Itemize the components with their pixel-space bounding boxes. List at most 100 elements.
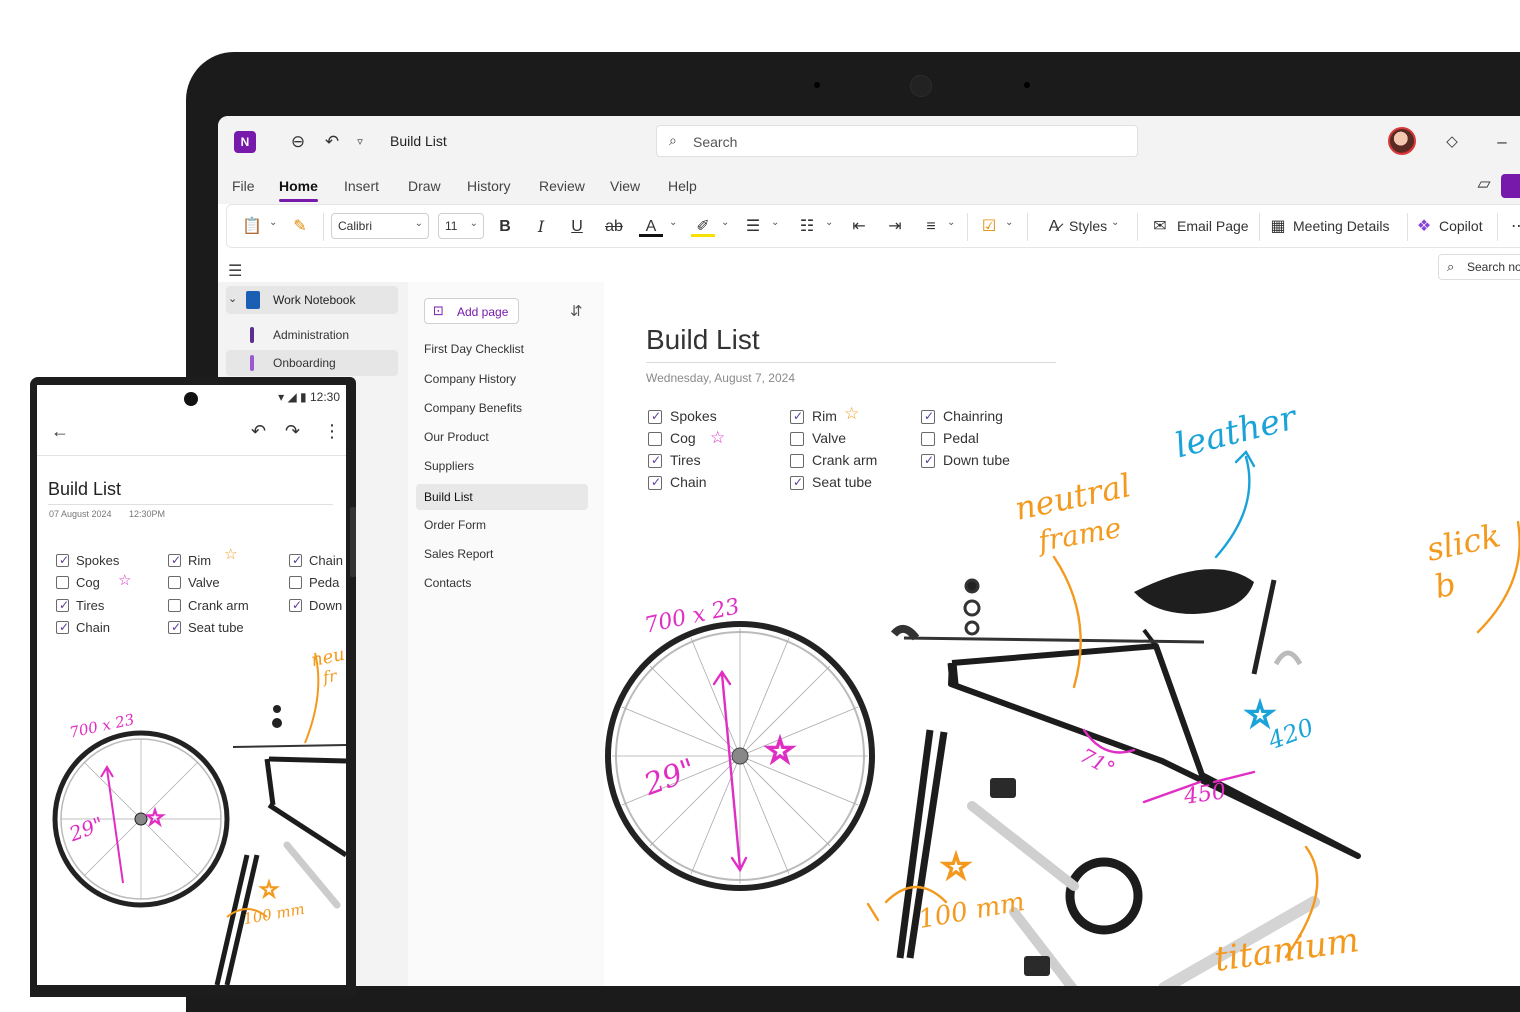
bold-icon[interactable]: B (493, 215, 517, 239)
share-button[interactable] (1501, 174, 1520, 198)
note-canvas[interactable]: Build List Wednesday, August 7, 2024 Spo… (604, 282, 1520, 986)
tab-history[interactable]: History (467, 178, 511, 194)
sort-icon[interactable]: ⇵ (570, 302, 583, 320)
tab-file[interactable]: File (232, 178, 255, 194)
minimize-icon[interactable]: – (1490, 130, 1514, 154)
hamburger-menu-icon[interactable]: ☰ (228, 261, 242, 281)
tab-review[interactable]: Review (539, 178, 585, 194)
align-icon[interactable]: ≡ (919, 215, 943, 239)
outdent-icon[interactable]: ⇤ (847, 215, 871, 239)
styles-icon[interactable]: A̷ (1043, 215, 1065, 239)
section-item-onboarding[interactable]: Onboarding (226, 350, 398, 376)
chainring (1065, 857, 1143, 935)
chevron-down-icon: ⌄ (228, 293, 238, 305)
bullet-list-dropdown-icon[interactable]: ⌄ (771, 217, 779, 228)
meeting-details-icon[interactable]: ▦ (1267, 215, 1289, 239)
tag-dropdown-icon[interactable]: ⌄ (1005, 217, 1013, 228)
more-options-icon[interactable]: ⋯ (1509, 215, 1520, 239)
ribbon-divider (967, 213, 968, 241)
search-input[interactable]: ⌕ Search (656, 125, 1138, 157)
add-page-button[interactable]: ⊡ Add page (424, 298, 519, 324)
page-item[interactable]: Company History (416, 366, 588, 392)
font-name-dropdown[interactable]: Calibri ⌄ (331, 213, 429, 239)
ribbon-divider (1407, 213, 1408, 241)
highlight-dropdown-icon[interactable]: ⌄ (721, 217, 729, 228)
phone-screen: ▾ ◢ ▮ 12:30 ← ↶ ↷ ⋮ Build List 07 August… (37, 385, 346, 985)
format-painter-icon[interactable]: ✎ (289, 215, 311, 239)
paste-icon[interactable]: 📋 (241, 215, 263, 239)
notebook-name: Work Notebook (273, 293, 356, 307)
font-name-value: Calibri (338, 219, 373, 233)
align-dropdown-icon[interactable]: ⌄ (947, 217, 955, 228)
section-color-tab (250, 355, 254, 371)
premium-diamond-icon[interactable]: ◇ (1440, 130, 1464, 154)
copilot-icon[interactable]: ❖ (1413, 215, 1435, 239)
sticky-note-icon[interactable]: ▱ (1472, 172, 1496, 196)
page-item[interactable]: Order Form (416, 512, 588, 538)
font-size-dropdown[interactable]: 11 ⌄ (438, 213, 484, 239)
svg-text:☆: ☆ (941, 848, 971, 886)
phone-side-button (350, 507, 356, 577)
page-item[interactable]: Sales Report (416, 541, 588, 567)
underline-icon[interactable]: U (565, 215, 589, 239)
brake-caliper (1273, 650, 1303, 666)
svg-text:☆: ☆ (259, 877, 279, 902)
search-notes-input[interactable]: ⌕ Search no (1438, 254, 1520, 280)
section-item-administration[interactable]: Administration (226, 322, 398, 348)
page-item[interactable]: Suppliers (416, 453, 588, 479)
bike-parts-illustration: ☆ ☆ ☆ (605, 450, 1520, 986)
saddle (1134, 569, 1254, 614)
font-color-dropdown-icon[interactable]: ⌄ (669, 217, 677, 228)
search-placeholder: Search (693, 134, 738, 150)
onenote-window: N ⊖ ↶ ▿ Build List ⌕ Search ◇ – File Hom… (218, 116, 1520, 986)
copilot-button[interactable]: Copilot (1439, 218, 1483, 234)
tab-help[interactable]: Help (668, 178, 697, 194)
page-item[interactable]: First Day Checklist (416, 336, 588, 362)
font-color-icon[interactable]: A (639, 215, 663, 237)
indent-icon[interactable]: ⇥ (883, 215, 907, 239)
tab-view[interactable]: View (610, 178, 640, 194)
email-icon[interactable]: ✉ (1149, 215, 1171, 239)
avatar[interactable] (1388, 127, 1416, 155)
chevron-down-icon: ⌄ (414, 218, 423, 229)
ribbon-divider (1137, 213, 1138, 241)
back-icon[interactable]: ⊖ (286, 130, 310, 154)
numbered-list-dropdown-icon[interactable]: ⌄ (825, 217, 833, 228)
page-item[interactable]: Company Benefits (416, 395, 588, 421)
highlight-icon[interactable]: ✐ (691, 215, 715, 237)
add-page-icon: ⊡ (433, 303, 444, 318)
email-page-button[interactable]: Email Page (1177, 218, 1249, 234)
search-notes-placeholder: Search no (1467, 260, 1520, 274)
ribbon-divider (1259, 213, 1260, 241)
ribbon-divider (1027, 213, 1028, 241)
tab-draw[interactable]: Draw (408, 178, 441, 194)
paste-dropdown-icon[interactable]: ⌄ (269, 217, 277, 228)
italic-icon[interactable]: I (529, 215, 553, 239)
chevron-down-icon: ⌄ (469, 218, 478, 229)
page-item-active[interactable]: Build List (416, 484, 588, 510)
camera-dot-right (1024, 82, 1030, 88)
tag-checkbox-star-icon[interactable]: ☑ (977, 215, 1001, 239)
tab-insert[interactable]: Insert (344, 178, 379, 194)
numbered-list-icon[interactable]: ☷ (795, 215, 819, 239)
title-bar: N ⊖ ↶ ▿ Build List ⌕ Search ◇ – (218, 116, 1520, 168)
ribbon-divider (1497, 213, 1498, 241)
search-icon: ⌕ (1447, 259, 1455, 274)
styles-dropdown-icon[interactable]: ⌄ (1111, 217, 1119, 228)
bullet-list-icon[interactable]: ☰ (741, 215, 765, 239)
undo-icon[interactable]: ↶ (320, 130, 344, 154)
styles-button[interactable]: Styles (1069, 218, 1107, 234)
meeting-details-button[interactable]: Meeting Details (1293, 218, 1390, 234)
tab-home[interactable]: Home (279, 178, 318, 202)
seatpost (1251, 579, 1277, 675)
strikethrough-icon[interactable]: ab (601, 215, 627, 239)
page-item[interactable]: Contacts (416, 570, 588, 596)
section-label: Administration (273, 328, 350, 342)
camera-dot-left (814, 82, 820, 88)
section-color-tab (250, 327, 254, 343)
notebook-item[interactable]: ⌄ Work Notebook (226, 286, 398, 314)
quick-access-dropdown-icon[interactable]: ▿ (348, 130, 372, 154)
ribbon-toolbar: 📋 ⌄ ✎ Calibri ⌄ 11 ⌄ B I U ab A ⌄ ✐ ⌄ ☰ … (226, 204, 1520, 248)
phone-parts (283, 841, 341, 909)
page-item[interactable]: Our Product (416, 424, 588, 450)
